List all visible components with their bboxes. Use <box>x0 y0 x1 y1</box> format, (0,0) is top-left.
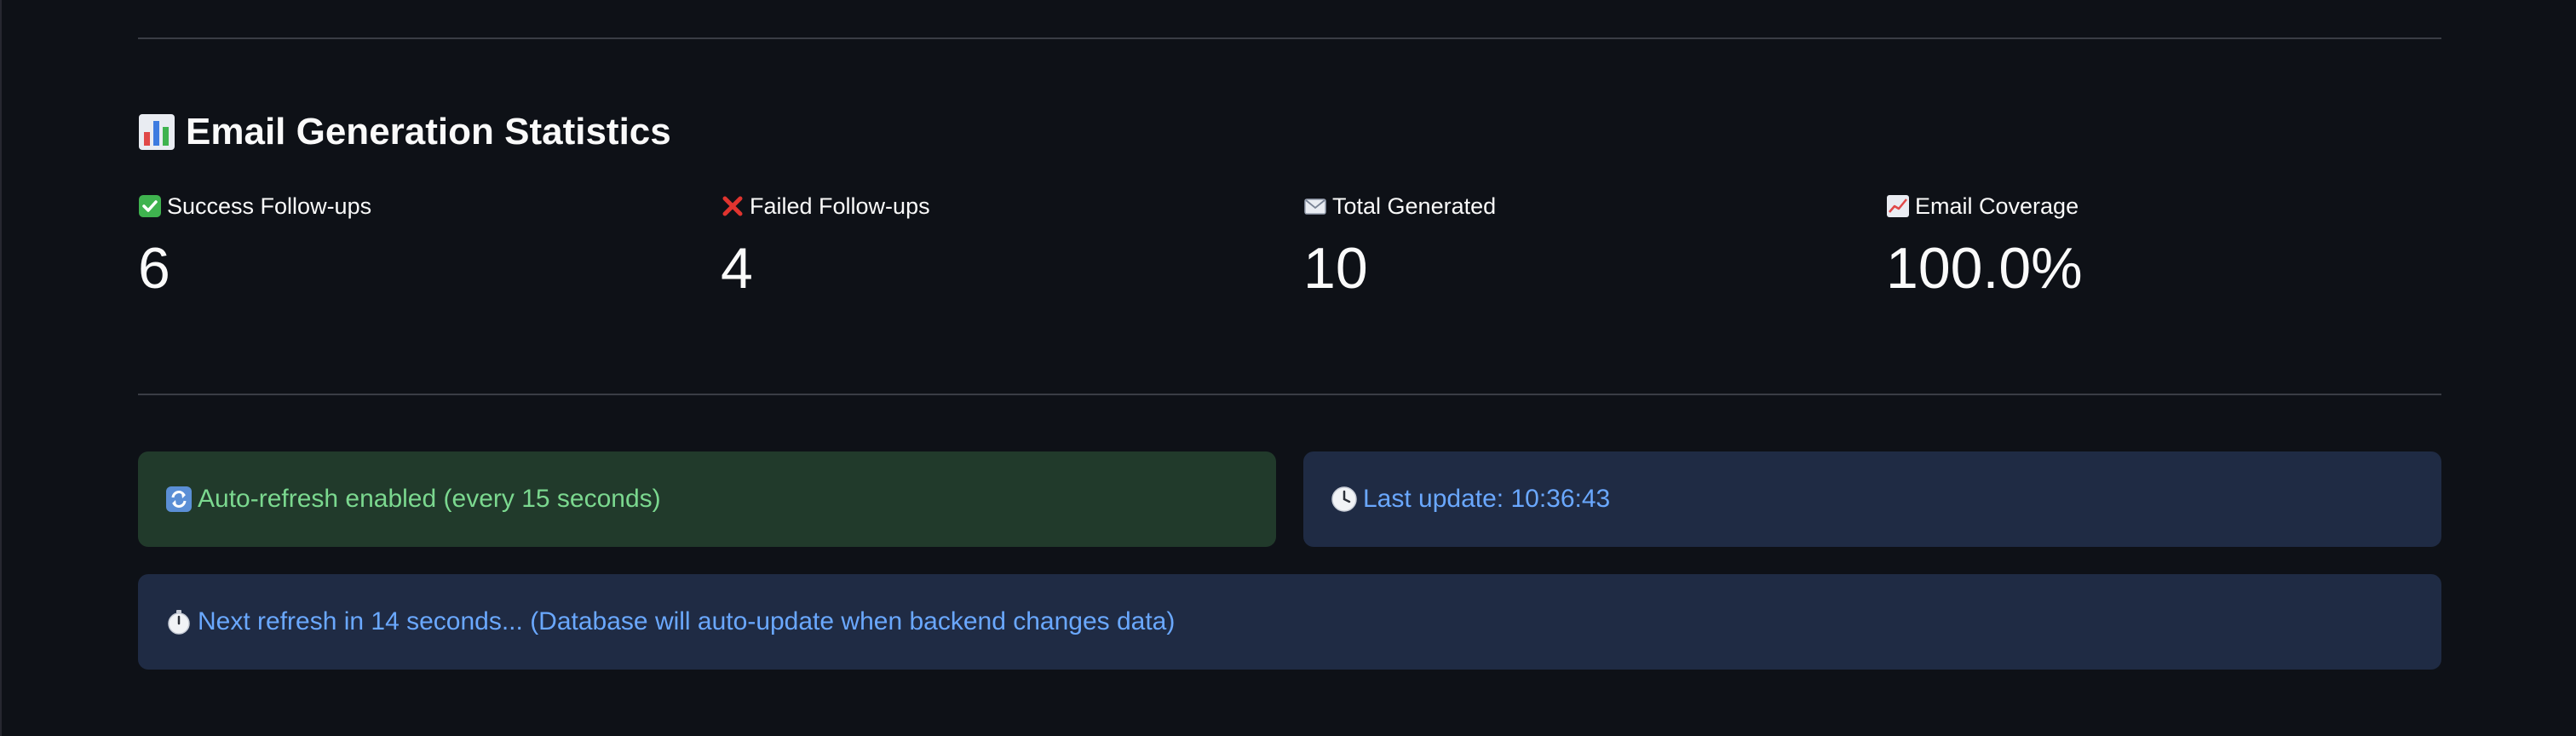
metric-label: Success Follow-ups <box>167 193 372 219</box>
metric-value: 10 <box>1303 236 1368 301</box>
auto-refresh-alert: Auto-refresh enabled (every 15 seconds) <box>138 451 1276 547</box>
auto-refresh-text: Auto-refresh enabled (every 15 seconds) <box>198 485 661 513</box>
metric-label: Email Coverage <box>1915 193 2079 219</box>
page-title: Email Generation Statistics <box>186 111 671 152</box>
app-main: Email Generation Statistics Success Foll… <box>0 0 2576 736</box>
stopwatch-icon <box>165 608 193 635</box>
metric-success-followups: Success Follow-ups 6 <box>138 189 649 307</box>
last-update-alert: Last update: 10:36:43 <box>1303 451 2441 547</box>
metric-label: Total Generated <box>1332 193 1497 219</box>
next-refresh-alert: Next refresh in 14 seconds... (Database … <box>138 574 2441 670</box>
next-refresh-text: Next refresh in 14 seconds... (Database … <box>198 607 1176 635</box>
last-update-text: Last update: 10:36:43 <box>1363 485 1611 513</box>
check-mark-icon <box>138 194 162 218</box>
bar-chart-icon <box>138 113 175 151</box>
divider-middle <box>138 394 2441 395</box>
metric-value: 6 <box>138 236 170 301</box>
section-heading: Email Generation Statistics <box>138 102 671 162</box>
metric-label: Failed Follow-ups <box>750 193 930 219</box>
metric-failed-followups: Failed Follow-ups 4 <box>721 189 1232 307</box>
cross-mark-icon <box>721 194 745 218</box>
email-icon <box>1303 194 1327 218</box>
metric-value: 4 <box>721 236 753 301</box>
divider-top <box>138 37 2441 39</box>
refresh-icon <box>165 486 193 513</box>
metrics-row: Success Follow-ups 6 Failed Follow-ups 4 <box>138 189 2441 308</box>
metric-email-coverage: Email Coverage 100.0% <box>1886 189 2397 307</box>
metric-value: 100.0% <box>1886 236 2083 301</box>
trend-chart-icon <box>1886 194 1910 218</box>
metric-total-generated: Total Generated 10 <box>1303 189 1814 307</box>
clock-icon <box>1331 486 1358 513</box>
